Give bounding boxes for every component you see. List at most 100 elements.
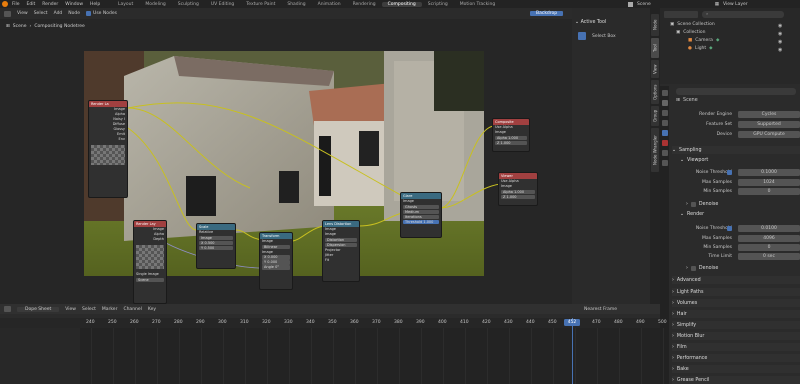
panel-header[interactable]: › Light Paths: [672, 288, 800, 296]
collection-icon[interactable]: [661, 150, 668, 156]
menu-render[interactable]: Render: [42, 2, 58, 7]
blender-logo-icon[interactable]: [2, 1, 8, 7]
viewer-node[interactable]: Viewer Use Alpha Image Alpha 1.000 Z 1.0…: [498, 172, 538, 206]
glare-node[interactable]: Glare Image Ghosts Medium Iterations Thr…: [400, 192, 442, 238]
noise-threshold-field[interactable]: 0.0100: [738, 224, 800, 232]
tab-sculpting[interactable]: Sculpting: [172, 2, 205, 7]
panel-header[interactable]: › Simplify: [672, 321, 800, 329]
scene-icon[interactable]: [661, 130, 668, 136]
outliner-row[interactable]: ▣ Scene Collection: [670, 22, 715, 27]
scale-mode-field[interactable]: Image: [199, 235, 233, 240]
render-layers-node-2[interactable]: Render Lay Image Alpha Depth Single Imag…: [133, 220, 167, 304]
menu-select[interactable]: Select: [82, 307, 96, 312]
denoise-checkbox[interactable]: [690, 265, 696, 271]
device-dropdown[interactable]: GPU Compute: [738, 130, 800, 138]
dope-sheet-body[interactable]: [0, 328, 660, 384]
scale-node[interactable]: Scale Relative Image X 0.500 Y 0.500: [196, 223, 236, 269]
search-input[interactable]: ⌕: [702, 11, 784, 18]
min-samples-field[interactable]: 0: [738, 187, 800, 195]
tab-group[interactable]: Group: [651, 106, 659, 126]
scene-field[interactable]: Scene: [136, 277, 164, 282]
tab-uv-editing[interactable]: UV Editing: [205, 2, 240, 7]
z-field[interactable]: Z 1.000: [495, 140, 527, 145]
node-editor[interactable]: View Select Add Node Use Nodes Backdrop …: [0, 8, 572, 304]
scene-name[interactable]: Scene: [637, 2, 651, 7]
menu-marker[interactable]: Marker: [102, 307, 118, 312]
render-icon[interactable]: [661, 100, 668, 106]
render-engine-dropdown[interactable]: Cycles: [738, 110, 800, 118]
alpha-field[interactable]: Alpha 1.000: [501, 189, 535, 194]
menu-file[interactable]: File: [12, 2, 20, 7]
scale-y-field[interactable]: Y 0.500: [199, 245, 233, 250]
noise-threshold-checkbox[interactable]: [727, 169, 732, 175]
active-tool-header[interactable]: ⌄ Active Tool: [575, 20, 606, 25]
tab-rendering[interactable]: Rendering: [347, 2, 382, 7]
tab-node-wrangler[interactable]: Node Wrangler: [651, 128, 659, 172]
visibility-icon[interactable]: ◉ ◉ ◉ ◉: [778, 22, 782, 54]
view-layer-name[interactable]: View Layer: [723, 2, 748, 7]
properties-search-input[interactable]: [676, 88, 796, 95]
angle-field[interactable]: Angle 0°: [262, 265, 290, 270]
denoise-subpanel-header[interactable]: › Denoise: [686, 200, 800, 208]
tab-tool[interactable]: Tool: [651, 38, 659, 58]
dope-sheet[interactable]: Dope Sheet View Select Marker Channel Ke…: [0, 304, 667, 384]
scale-x-field[interactable]: X 0.500: [199, 240, 233, 245]
menu-channel[interactable]: Channel: [123, 307, 141, 312]
feature-set-dropdown[interactable]: Supported: [738, 120, 800, 128]
output-icon[interactable]: [661, 110, 668, 116]
filter-field[interactable]: Bilinear: [262, 244, 290, 249]
view-layer-icon[interactable]: [661, 120, 668, 126]
tab-scripting[interactable]: Scripting: [422, 2, 454, 7]
outliner-display-mode[interactable]: [664, 11, 698, 18]
editor-type-icon[interactable]: [4, 306, 11, 312]
alpha-field[interactable]: Alpha 1.000: [495, 135, 527, 140]
distortion-field[interactable]: Distortion: [325, 237, 357, 242]
x-field[interactable]: X 0.000: [262, 255, 290, 260]
denoise-checkbox[interactable]: [690, 201, 696, 207]
menu-help[interactable]: Help: [90, 2, 100, 7]
tab-texture-paint[interactable]: Texture Paint: [240, 2, 281, 7]
noise-threshold-checkbox[interactable]: [727, 225, 732, 231]
tab-shading[interactable]: Shading: [281, 2, 311, 7]
panel-header[interactable]: › Motion Blur: [672, 332, 800, 340]
tab-layout[interactable]: Layout: [112, 2, 139, 7]
render-subpanel-header[interactable]: ⌄ Render: [680, 210, 800, 218]
panel-header[interactable]: › Performance: [672, 354, 800, 362]
noise-threshold-field[interactable]: 0.1000: [738, 168, 800, 176]
time-limit-field[interactable]: 0 sec: [738, 252, 800, 260]
z-field[interactable]: Z 1.000: [501, 194, 535, 199]
world-icon[interactable]: [661, 140, 668, 146]
panel-header[interactable]: › Advanced: [672, 276, 800, 284]
render-layers-node[interactable]: Render La Image Alpha Noisy I Diffuse Gl…: [88, 100, 128, 198]
iterations-field[interactable]: Iterations: [403, 214, 439, 219]
tab-animation[interactable]: Animation: [312, 2, 347, 7]
glare-type-field[interactable]: Ghosts: [403, 204, 439, 209]
max-samples-field[interactable]: 4096: [738, 234, 800, 242]
playback-dropdown[interactable]: Nearest Frame: [584, 307, 617, 312]
texture-icon[interactable]: [661, 160, 668, 166]
menu-key[interactable]: Key: [148, 307, 156, 312]
panel-header[interactable]: › Hair: [672, 310, 800, 318]
panel-header[interactable]: › Bake: [672, 365, 800, 373]
outliner-row[interactable]: ■ Camera ◆: [688, 38, 719, 43]
threshold-field[interactable]: Threshold 1.000: [403, 219, 439, 224]
fit-checkbox[interactable]: Fit: [323, 258, 359, 263]
transform-node[interactable]: Transform Image Bilinear Image X 0.000 Y…: [259, 232, 293, 290]
tab-node[interactable]: Node: [651, 14, 659, 36]
panel-header[interactable]: › Film: [672, 343, 800, 351]
composite-node[interactable]: Composite Use Alpha Image Alpha 1.000 Z …: [492, 118, 530, 152]
current-frame-badge[interactable]: 452: [564, 319, 580, 326]
tab-modeling[interactable]: Modeling: [139, 2, 171, 7]
y-field[interactable]: Y 0.000: [262, 260, 290, 265]
quality-field[interactable]: Medium: [403, 209, 439, 214]
sampling-panel-header[interactable]: ⌄ Sampling: [672, 146, 800, 154]
max-samples-field[interactable]: 1024: [738, 178, 800, 186]
tab-compositing[interactable]: Compositing: [381, 1, 422, 7]
frame-ruler[interactable]: 240 250 260 270 280 290 300 310 320 330 340 350 360 3…: [0, 318, 667, 328]
panel-header[interactable]: › Volumes: [672, 299, 800, 307]
dispersion-field[interactable]: Dispersion: [325, 242, 357, 247]
playhead[interactable]: [572, 318, 573, 384]
viewport-subpanel-header[interactable]: ⌄ Viewport: [680, 156, 800, 164]
menu-edit[interactable]: Edit: [27, 2, 36, 7]
menu-window[interactable]: Window: [65, 2, 83, 7]
